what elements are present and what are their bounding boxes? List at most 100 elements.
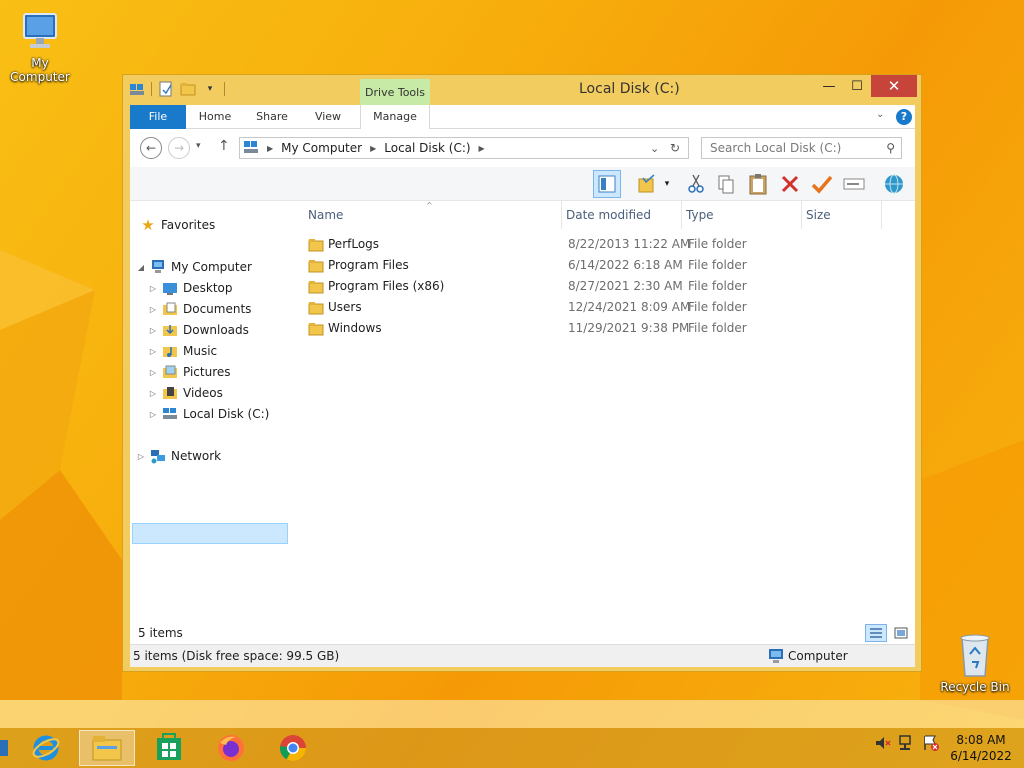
customize-qat-icon[interactable]: ▾ [202, 81, 218, 97]
delete-button[interactable] [776, 170, 804, 198]
nav-favorites[interactable]: ★ Favorites [140, 215, 215, 235]
preview-pane-button[interactable] [593, 170, 621, 198]
nav-downloads[interactable]: ▷ Downloads [148, 320, 249, 340]
expand-arrow-icon[interactable]: ▷ [148, 284, 158, 293]
up-button[interactable]: ↑ [218, 138, 230, 154]
nav-local-disk[interactable] [132, 523, 288, 544]
expand-arrow-icon[interactable]: ▷ [148, 410, 158, 419]
expand-arrow-icon[interactable]: ▷ [148, 368, 158, 377]
address-bar[interactable]: ▶ My Computer ▶ Local Disk (C:) ▶ ⌄ ↻ [239, 137, 689, 159]
folder-icon [308, 281, 324, 294]
expand-arrow-icon[interactable]: ▷ [148, 305, 158, 314]
apply-button[interactable] [808, 170, 836, 198]
action-center-icon[interactable] [922, 734, 940, 755]
taskbar-file-explorer[interactable] [79, 730, 135, 766]
explorer-window: ▾ Drive Tools Local Disk (C:) — ☐ ✕ File… [122, 74, 922, 672]
paste-button[interactable] [744, 170, 772, 198]
nav-local-disk-label-row[interactable]: ▷ Local Disk (C:) [148, 404, 269, 424]
nav-pictures[interactable]: ▷ Pictures [148, 362, 231, 382]
column-header-type[interactable]: Type [682, 201, 802, 229]
system-clock[interactable]: 8:08 AM 6/14/2022 [946, 732, 1016, 764]
nav-label: Network [171, 449, 222, 463]
delete-x-icon [781, 175, 799, 193]
nav-videos[interactable]: ▷ Videos [148, 383, 223, 403]
cut-button[interactable] [682, 170, 710, 198]
network-globe-button[interactable] [880, 170, 908, 198]
minimize-button[interactable]: — [815, 75, 843, 97]
file-row[interactable]: Program Files (x86) 8/27/2021 2:30 AM Fi… [304, 277, 904, 298]
file-type: File folder [688, 237, 747, 251]
documents-folder-icon [162, 301, 178, 317]
tab-view[interactable]: View [308, 105, 348, 129]
address-dropdown-icon[interactable]: ⌄ [650, 142, 659, 155]
collapse-arrow-icon[interactable]: ◢ [136, 263, 146, 272]
status-disk-space: 5 items (Disk free space: 99.5 GB) [133, 649, 340, 663]
file-date: 6/14/2022 6:18 AM [568, 258, 683, 272]
file-row[interactable]: Windows 11/29/2021 9:38 PM File folder [304, 319, 904, 340]
breadcrumb-my-computer[interactable]: My Computer [281, 141, 362, 155]
large-icons-view-button[interactable] [890, 624, 912, 642]
drive-icon [243, 139, 259, 158]
select-dropdown-icon[interactable]: ▾ [659, 170, 675, 198]
properties-icon[interactable] [158, 81, 174, 97]
expand-ribbon-icon[interactable]: ⌄ [876, 109, 884, 120]
tab-home[interactable]: Home [193, 105, 237, 129]
taskbar-chrome[interactable] [265, 730, 321, 766]
window-content: ← → ▾ ↑ ▶ My Computer ▶ Local Disk (C:) … [130, 129, 915, 667]
volume-muted-icon[interactable] [874, 734, 892, 755]
file-name: Users [328, 300, 362, 314]
nav-music[interactable]: ▷ Music [148, 341, 217, 361]
column-header-date-modified[interactable]: Date modified [562, 201, 682, 229]
search-input[interactable]: Search Local Disk (C:) ⚲ [701, 137, 902, 159]
folder-check-icon [638, 174, 655, 193]
column-header-size[interactable]: Size [802, 201, 882, 229]
rename-button[interactable] [840, 170, 868, 198]
drive-icon [129, 81, 145, 97]
nav-desktop[interactable]: ▷ Desktop [148, 278, 233, 298]
details-view-button[interactable] [865, 624, 887, 642]
new-folder-icon[interactable] [180, 81, 196, 97]
maximize-button[interactable]: ☐ [843, 75, 871, 97]
network-tray-icon[interactable] [898, 734, 916, 755]
folder-icon [308, 323, 324, 336]
desktop-icon-my-computer[interactable]: My Computer [0, 10, 80, 84]
title-bar[interactable]: ▾ Drive Tools Local Disk (C:) — ☐ ✕ [123, 75, 921, 105]
drive-icon [162, 406, 178, 422]
recent-locations-icon[interactable]: ▾ [196, 141, 201, 151]
rename-icon [843, 178, 865, 190]
address-row: ← → ▾ ↑ ▶ My Computer ▶ Local Disk (C:) … [130, 129, 915, 167]
quick-access-toolbar: ▾ [129, 81, 225, 97]
file-row[interactable]: Users 12/24/2021 8:09 AM File folder [304, 298, 904, 319]
back-button[interactable]: ← [140, 137, 162, 159]
file-row[interactable]: PerfLogs 8/22/2013 11:22 AM File folder [304, 235, 904, 256]
expand-arrow-icon[interactable]: ▷ [148, 347, 158, 356]
ribbon-tabs: File Home Share View Manage ⌄ ? [130, 105, 915, 129]
close-button[interactable]: ✕ [871, 75, 917, 97]
expand-arrow-icon[interactable]: ▷ [148, 389, 158, 398]
nav-my-computer[interactable]: ◢ My Computer [136, 257, 252, 277]
status-location: Computer [788, 649, 848, 663]
column-header-name[interactable]: Name [304, 201, 562, 229]
copy-button[interactable] [712, 170, 740, 198]
breadcrumb-local-disk[interactable]: Local Disk (C:) [384, 141, 470, 155]
select-all-button[interactable] [633, 170, 661, 198]
nav-network[interactable]: ▷ Network [136, 446, 221, 466]
star-icon: ★ [141, 216, 155, 234]
help-icon[interactable]: ? [896, 109, 912, 125]
taskbar-store[interactable] [141, 730, 197, 766]
refresh-icon[interactable]: ↻ [670, 141, 680, 155]
taskbar-internet-explorer[interactable] [18, 730, 74, 766]
forward-button[interactable]: → [168, 137, 190, 159]
taskbar-firefox[interactable] [203, 730, 259, 766]
expand-arrow-icon[interactable]: ▷ [136, 452, 146, 461]
desktop-icon-recycle-bin[interactable]: Recycle Bin [935, 632, 1015, 694]
nav-documents[interactable]: ▷ Documents [148, 299, 252, 319]
tab-share[interactable]: Share [250, 105, 294, 129]
file-row[interactable]: Program Files 6/14/2022 6:18 AM File fol… [304, 256, 904, 277]
tab-file[interactable]: File [130, 105, 186, 129]
start-edge[interactable] [0, 740, 8, 756]
tab-manage[interactable]: Manage [360, 105, 430, 129]
expand-arrow-icon[interactable]: ▷ [148, 326, 158, 335]
file-type: File folder [688, 279, 747, 293]
file-date: 8/22/2013 11:22 AM [568, 237, 691, 251]
